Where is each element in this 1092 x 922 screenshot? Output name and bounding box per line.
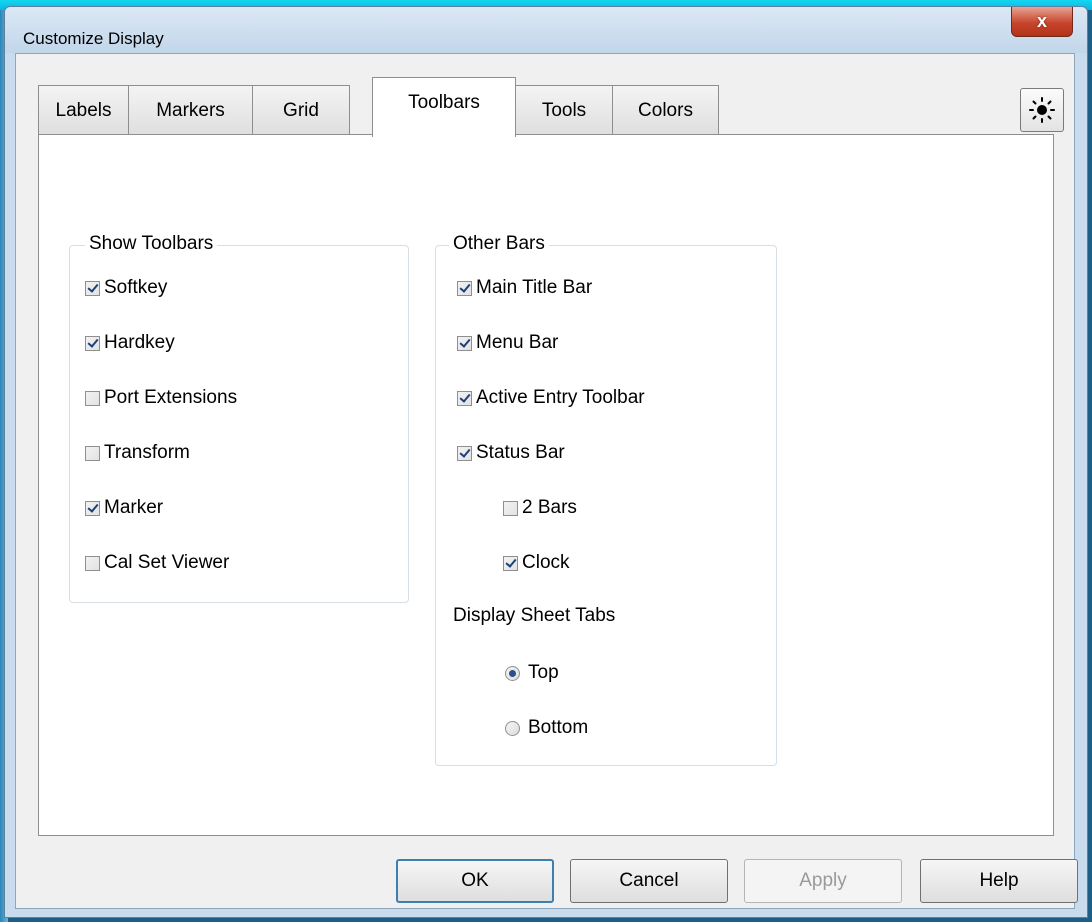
tab-tools[interactable]: Tools [515, 85, 613, 136]
active-entry-toolbar-checkbox[interactable]: Active Entry Toolbar [457, 387, 645, 409]
button-label: Help [979, 870, 1019, 891]
checkbox-box [85, 445, 100, 461]
two-bars-checkbox[interactable]: 2 Bars [503, 497, 577, 519]
tab-label: Toolbars [408, 92, 480, 113]
radio-circle [505, 720, 520, 736]
button-label: OK [461, 870, 489, 891]
tab-markers[interactable]: Markers [128, 85, 253, 136]
checkbox-box [85, 390, 100, 406]
title-bar[interactable]: Customize Display x [5, 7, 1087, 53]
tab-label: Labels [55, 100, 112, 121]
apply-button[interactable]: Apply [744, 859, 902, 903]
radio-label: Bottom [528, 717, 589, 738]
checkbox-label: 2 Bars [522, 497, 577, 518]
sheet-tabs-bottom-radio[interactable]: Bottom [505, 717, 588, 739]
dialog-title: Customize Display [23, 29, 164, 48]
checkbox-label: Status Bar [476, 442, 565, 463]
sheet-tabs-top-radio[interactable]: Top [505, 662, 559, 684]
hardkey-checkbox[interactable]: Hardkey [85, 332, 175, 354]
port-extensions-checkbox[interactable]: Port Extensions [85, 387, 237, 409]
checkbox-box [85, 280, 100, 296]
checkbox-label: Menu Bar [476, 332, 559, 353]
tab-label: Tools [541, 100, 587, 121]
radio-circle [505, 665, 520, 681]
checkbox-box [503, 500, 518, 516]
other-bars-group [435, 245, 777, 766]
checkbox-label: Main Title Bar [476, 277, 593, 298]
cancel-button[interactable]: Cancel [570, 859, 728, 903]
softkey-checkbox[interactable]: Softkey [85, 277, 167, 299]
menu-bar-checkbox[interactable]: Menu Bar [457, 332, 558, 354]
status-bar-checkbox[interactable]: Status Bar [457, 442, 565, 464]
checkbox-label: Softkey [104, 277, 168, 298]
checkbox-box [457, 390, 472, 406]
checkbox-box [503, 555, 518, 571]
radio-label: Top [528, 662, 559, 683]
checkbox-label: Hardkey [104, 332, 175, 353]
tab-label: Markers [156, 100, 225, 121]
main-title-bar-checkbox[interactable]: Main Title Bar [457, 277, 592, 299]
marker-checkbox[interactable]: Marker [85, 497, 163, 519]
toolbars-tab-panel: Show Toolbars Softkey Hardkey Port Exten… [38, 134, 1054, 836]
tab-colors[interactable]: Colors [612, 85, 719, 136]
checkbox-label: Clock [522, 552, 570, 573]
checkbox-label: Active Entry Toolbar [476, 387, 645, 408]
checkbox-box [457, 335, 472, 351]
tab-labels[interactable]: Labels [38, 85, 129, 136]
close-button[interactable]: x [1011, 7, 1073, 37]
ok-button[interactable]: OK [396, 859, 554, 903]
clock-checkbox[interactable]: Clock [503, 552, 570, 574]
dialog-client-area: Labels Markers Grid Toolbars Tools Color… [15, 53, 1078, 909]
checkbox-box [85, 555, 100, 571]
transform-checkbox[interactable]: Transform [85, 442, 190, 464]
button-label: Apply [799, 870, 847, 891]
display-sheet-tabs-label: Display Sheet Tabs [453, 605, 616, 626]
checkbox-label: Marker [104, 497, 164, 518]
help-button[interactable]: Help [920, 859, 1078, 903]
tab-grid[interactable]: Grid [252, 85, 350, 136]
tab-toolbars[interactable]: Toolbars [372, 77, 516, 137]
tab-label: Grid [283, 100, 319, 121]
checkbox-label: Port Extensions [104, 387, 238, 408]
customize-display-dialog: Customize Display x Labels Markers Grid … [4, 6, 1088, 918]
checkbox-label: Transform [104, 442, 190, 463]
sun-icon [1029, 97, 1055, 123]
cal-set-viewer-checkbox[interactable]: Cal Set Viewer [85, 552, 229, 574]
checkbox-box [85, 500, 100, 516]
other-bars-title: Other Bars [449, 233, 549, 255]
button-label: Cancel [619, 870, 679, 891]
checkbox-box [85, 335, 100, 351]
checkbox-label: Cal Set Viewer [104, 552, 230, 573]
close-icon: x [1036, 11, 1047, 31]
tab-label: Colors [638, 100, 693, 121]
brightness-button[interactable] [1020, 88, 1064, 132]
show-toolbars-title: Show Toolbars [85, 233, 218, 255]
checkbox-box [457, 280, 472, 296]
checkbox-box [457, 445, 472, 461]
